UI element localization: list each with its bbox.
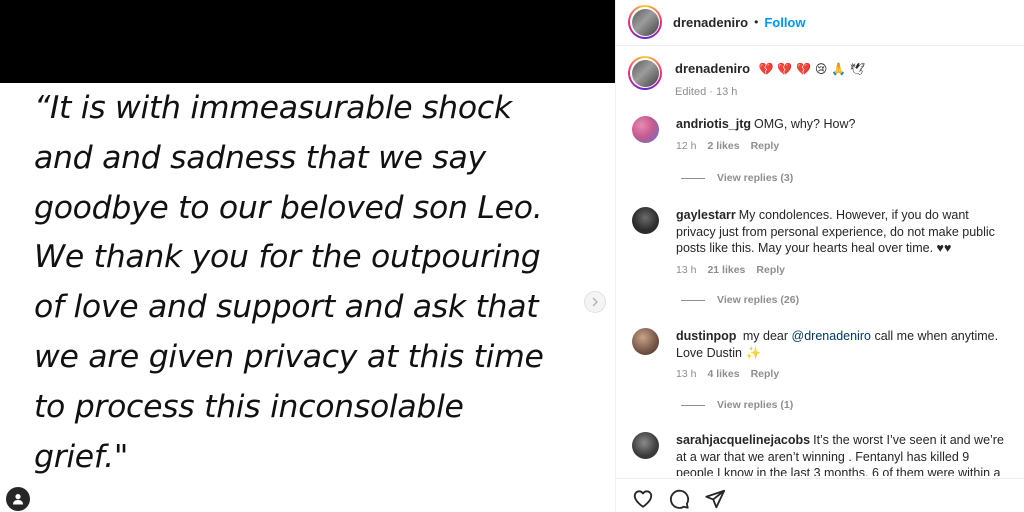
quote-line: “It is with immeasurable shock (34, 90, 512, 126)
caption-username[interactable]: drenadeniro (675, 61, 750, 76)
tagged-users-button[interactable] (6, 487, 30, 511)
share-icon[interactable] (704, 488, 726, 510)
comment-mention-link[interactable]: @drenadeniro (792, 329, 871, 343)
comment-time: 13 h (676, 368, 697, 380)
quote-line: we are given privacy at this time (34, 338, 544, 375)
view-replies-label: View replies (26) (717, 294, 800, 306)
actions-divider (616, 478, 1024, 479)
view-replies-button[interactable]: View replies (1) (681, 399, 793, 411)
next-slide-button[interactable] (584, 291, 606, 313)
comment-likes[interactable]: 4 likes (707, 368, 739, 380)
user-tag-icon (13, 494, 23, 505)
commenter-avatar[interactable] (632, 328, 659, 355)
post-side-panel: drenadeniro • Follow drenadeniro 💔 💔 💔 😢… (615, 0, 1024, 512)
follow-button[interactable]: Follow (764, 15, 805, 30)
comment-item: sarahjacquelinejacobs It’s the worst I’ve… (632, 432, 1012, 476)
view-replies-button[interactable]: View replies (26) (681, 294, 799, 306)
comment-item: andriotis_jtg OMG, why? How? 12 h 2 likes… (632, 116, 1012, 152)
post-actions (632, 488, 726, 510)
view-replies-label: View replies (1) (717, 399, 794, 411)
commenter-avatar[interactable] (632, 432, 659, 459)
comment-icon[interactable] (668, 488, 690, 510)
comment-reply-button[interactable]: Reply (751, 140, 780, 152)
comment-reply-button[interactable]: Reply (751, 368, 780, 380)
quote-line: grief." (34, 438, 129, 475)
commenter-avatar[interactable] (632, 207, 659, 234)
comment-likes[interactable]: 2 likes (707, 140, 739, 152)
comment-likes[interactable]: 21 likes (707, 264, 745, 276)
comment-time: 12 h (676, 139, 697, 152)
comment-reply-button[interactable]: Reply (756, 264, 785, 276)
post-media[interactable]: “It is with immeasurable shock and and s… (0, 0, 615, 512)
quote-line: of love and support and ask that (34, 289, 539, 326)
comment-text: my dear (742, 329, 789, 343)
post-caption: drenadeniro 💔 💔 💔 😢 🙏 🕊 Edited · 13 h (628, 56, 1013, 98)
quote-line: and and sadness that we say (34, 139, 486, 176)
media-black-bar (0, 0, 615, 83)
header-separator: • (754, 15, 759, 29)
heart-icon[interactable] (632, 488, 654, 510)
comment-item: gaylestarr My condolences. However, if yo… (632, 207, 1012, 276)
header-divider (616, 45, 1024, 46)
comment-item: dustinpop my dear @drenadeniro call me w… (632, 328, 1012, 380)
quote-line: goodbye to our beloved son Leo. (34, 189, 543, 226)
comment-time: 13 h (676, 263, 697, 276)
caption-meta: Edited · 13 h (675, 86, 738, 98)
commenter-avatar[interactable] (632, 116, 659, 143)
chevron-right-icon (592, 297, 598, 307)
commenter-username[interactable]: gaylestarr (676, 208, 736, 222)
author-username[interactable]: drenadeniro (673, 15, 748, 30)
view-replies-label: View replies (3) (717, 172, 794, 184)
post-quote-text: “It is with immeasurable shock and and s… (34, 84, 594, 482)
comment-text: OMG, why? How? (754, 117, 856, 131)
caption-avatar[interactable] (628, 56, 662, 90)
quote-line: to process this inconsolable (34, 388, 464, 425)
author-avatar[interactable] (628, 5, 662, 39)
post-header: drenadeniro • Follow (616, 0, 1024, 44)
view-replies-button[interactable]: View replies (3) (681, 172, 793, 184)
commenter-username[interactable]: sarahjacquelinejacobs (676, 433, 810, 447)
comment-list[interactable]: andriotis_jtg OMG, why? How? 12 h 2 likes… (616, 108, 1024, 476)
commenter-username[interactable]: andriotis_jtg (676, 117, 751, 131)
quote-line: We thank you for the outpouring (34, 239, 541, 276)
caption-emojis: 💔 💔 💔 😢 🙏 🕊 (758, 62, 866, 76)
commenter-username[interactable]: dustinpop (676, 329, 736, 343)
